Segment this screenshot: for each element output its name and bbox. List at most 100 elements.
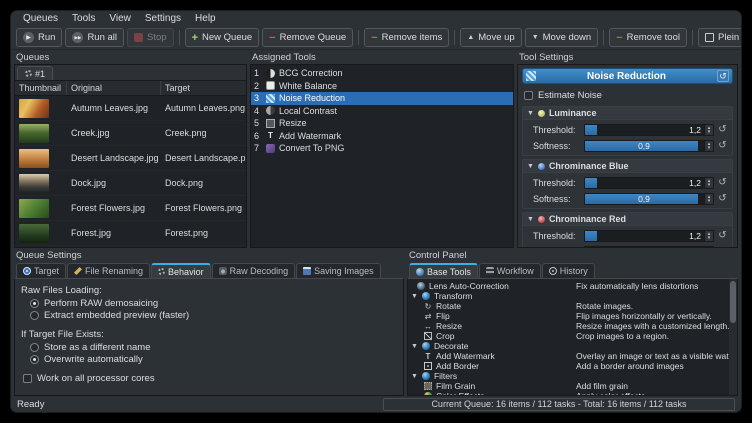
column-target[interactable]: Target [161, 81, 246, 95]
option-work-on-all-cores[interactable]: Work on all processor cores [21, 372, 397, 385]
move-up-button[interactable]: ▲ Move up [460, 28, 521, 47]
run-all-button[interactable]: ▶▶ Run all [65, 28, 124, 47]
tab-base-tools[interactable]: Base Tools [409, 263, 478, 278]
queue-item-row[interactable]: Dock.jpg Dock.png [15, 171, 246, 196]
menu-queues[interactable]: Queues [17, 13, 64, 24]
assigned-tool-white-balance[interactable]: 2 White Balance [251, 80, 513, 93]
remove-tool-button[interactable]: − Remove tool [609, 28, 687, 47]
queues-panel-title: Queues [14, 52, 247, 64]
chrominance-blue-group-header[interactable]: ▼ Chrominance Blue [523, 160, 732, 173]
tool-crop[interactable]: Crop Crop images to a region. [408, 331, 737, 341]
group-transform[interactable]: ▼ Transform [408, 291, 737, 301]
softness-slider[interactable]: 0,9 ▴▾ [584, 140, 714, 152]
radio-button[interactable] [30, 311, 39, 320]
option-perform-raw-demosaicing[interactable]: Perform RAW demosaicing [21, 297, 397, 310]
estimate-noise-option[interactable]: Estimate Noise [524, 89, 733, 101]
fullscreen-button[interactable]: Plein écran [698, 28, 742, 47]
queue-item-row[interactable]: Creek.jpg Creek.png [15, 121, 246, 146]
tool-resize[interactable]: ↔ Resize Resize images with a customized… [408, 321, 737, 331]
menu-tools[interactable]: Tools [66, 13, 101, 24]
stop-icon [134, 33, 143, 42]
scrollbar-track[interactable] [729, 279, 737, 395]
assigned-tool-resize[interactable]: 5 Resize [251, 117, 513, 130]
queue-tab-label: #1 [35, 69, 45, 79]
spinbox-arrows[interactable]: ▴▾ [704, 194, 713, 204]
remove-items-button[interactable]: − Remove items [364, 28, 449, 47]
spinbox-arrows[interactable]: ▴▾ [704, 178, 713, 188]
assigned-tool-add-watermark[interactable]: 6 T Add Watermark [251, 130, 513, 143]
assigned-tool-convert-to-png[interactable]: 7 Convert To PNG [251, 142, 513, 155]
move-down-button[interactable]: ▼ Move down [525, 28, 599, 47]
menu-help[interactable]: Help [189, 13, 222, 24]
group-decorate[interactable]: ▼ Decorate [408, 341, 737, 351]
spinbox-arrows[interactable]: ▴▾ [704, 125, 713, 135]
tab-raw-decoding[interactable]: Raw Decoding [212, 263, 296, 278]
tool-film-grain[interactable]: Film Grain Add film grain [408, 381, 737, 391]
scrollbar-thumb[interactable] [730, 281, 736, 323]
option-label: Overwrite automatically [44, 354, 143, 365]
tool-number: 4 [254, 106, 262, 116]
column-original[interactable]: Original [67, 81, 161, 95]
softness-slider[interactable]: 0,9 ▴▾ [584, 246, 714, 249]
option-overwrite-automatically[interactable]: Overwrite automatically [21, 354, 397, 367]
tool-lens-auto-correction[interactable]: Lens Auto-Correction Fix automatically l… [408, 281, 737, 291]
tab-target[interactable]: Target [16, 263, 66, 278]
reset-value-icon[interactable]: ↺ [717, 246, 728, 248]
reset-tool-settings-button[interactable]: ↺ [717, 70, 729, 82]
queue-item-row[interactable]: Forest Flowers.jpg Forest Flowers.png [15, 196, 246, 221]
reset-value-icon[interactable]: ↺ [717, 230, 728, 241]
tab-file-renaming[interactable]: File Renaming [67, 263, 150, 278]
move-down-label: Move down [543, 32, 592, 43]
queue-tab-1[interactable]: #1 [17, 66, 53, 80]
new-queue-button[interactable]: + New Queue [185, 28, 260, 47]
remove-queue-button[interactable]: − Remove Queue [262, 28, 353, 47]
queue-item-row[interactable]: Forest.jpg Forest.png [15, 221, 246, 246]
option-extract-embedded-preview[interactable]: Extract embedded preview (faster) [21, 310, 397, 323]
chrominance-red-group-header[interactable]: ▼ Chrominance Red [523, 213, 732, 226]
tab-workflow[interactable]: Workflow [479, 263, 541, 278]
threshold-slider[interactable]: 1,2 ▴▾ [584, 230, 714, 242]
tool-flip[interactable]: ⇄ Flip Flip images horizontally or verti… [408, 311, 737, 321]
reset-value-icon[interactable]: ↺ [717, 177, 728, 188]
column-thumbnail[interactable]: Thumbnail [15, 81, 67, 95]
reset-value-icon[interactable]: ↺ [717, 140, 728, 151]
menu-view[interactable]: View [103, 13, 137, 24]
group-filters[interactable]: ▼ Filters [408, 371, 737, 381]
tool-add-watermark[interactable]: T Add Watermark Overlay an image or text… [408, 351, 737, 361]
reset-value-icon[interactable]: ↺ [717, 124, 728, 135]
target-filename: Creek.png [161, 128, 246, 138]
tab-saving-images[interactable]: Saving Images [296, 263, 381, 278]
remove-queue-label: Remove Queue [280, 32, 347, 43]
assigned-tool-noise-reduction[interactable]: 3 Noise Reduction [251, 92, 513, 105]
tool-color-effects[interactable]: Color Effects Apply color effects [408, 391, 737, 396]
tool-rotate[interactable]: ↻ Rotate Rotate images. [408, 301, 737, 311]
run-button[interactable]: ▶ Run [16, 28, 62, 47]
reset-value-icon[interactable]: ↺ [717, 193, 728, 204]
option-store-as-different-name[interactable]: Store as a different name [21, 341, 397, 354]
tool-add-border[interactable]: Add Border Add a border around images [408, 361, 737, 371]
tool-label: Add Border [436, 361, 479, 371]
main-area: Queues #1 Thumbnail Original Target [11, 50, 741, 248]
menu-settings[interactable]: Settings [139, 13, 187, 24]
luminance-group-header[interactable]: ▼ Luminance [523, 107, 732, 120]
stop-button[interactable]: Stop [127, 28, 174, 47]
spinbox-arrows[interactable]: ▴▾ [704, 247, 713, 249]
tab-label: Raw Decoding [230, 266, 289, 276]
radio-button[interactable] [30, 343, 39, 352]
threshold-slider[interactable]: 1,2 ▴▾ [584, 124, 714, 136]
softness-slider[interactable]: 0,9 ▴▾ [584, 193, 714, 205]
spinbox-arrows[interactable]: ▴▾ [704, 231, 713, 241]
assigned-tool-local-contrast[interactable]: 4 Local Contrast [251, 105, 513, 118]
estimate-noise-checkbox[interactable] [524, 91, 533, 100]
assigned-tool-bcg-correction[interactable]: 1 BCG Correction [251, 67, 513, 80]
tab-behavior[interactable]: Behavior [151, 263, 211, 278]
queue-item-row[interactable]: Desert Landscape.jpg Desert Landscape.pn… [15, 146, 246, 171]
queue-item-row[interactable]: Autumn Leaves.jpg Autumn Leaves.png [15, 96, 246, 121]
cores-checkbox[interactable] [23, 374, 32, 383]
radio-button[interactable] [30, 355, 39, 364]
tab-history[interactable]: History [542, 263, 595, 278]
radio-button[interactable] [30, 299, 39, 308]
threshold-slider[interactable]: 1,2 ▴▾ [584, 177, 714, 189]
remove-tool-label: Remove tool [627, 32, 680, 43]
spinbox-arrows[interactable]: ▴▾ [704, 141, 713, 151]
